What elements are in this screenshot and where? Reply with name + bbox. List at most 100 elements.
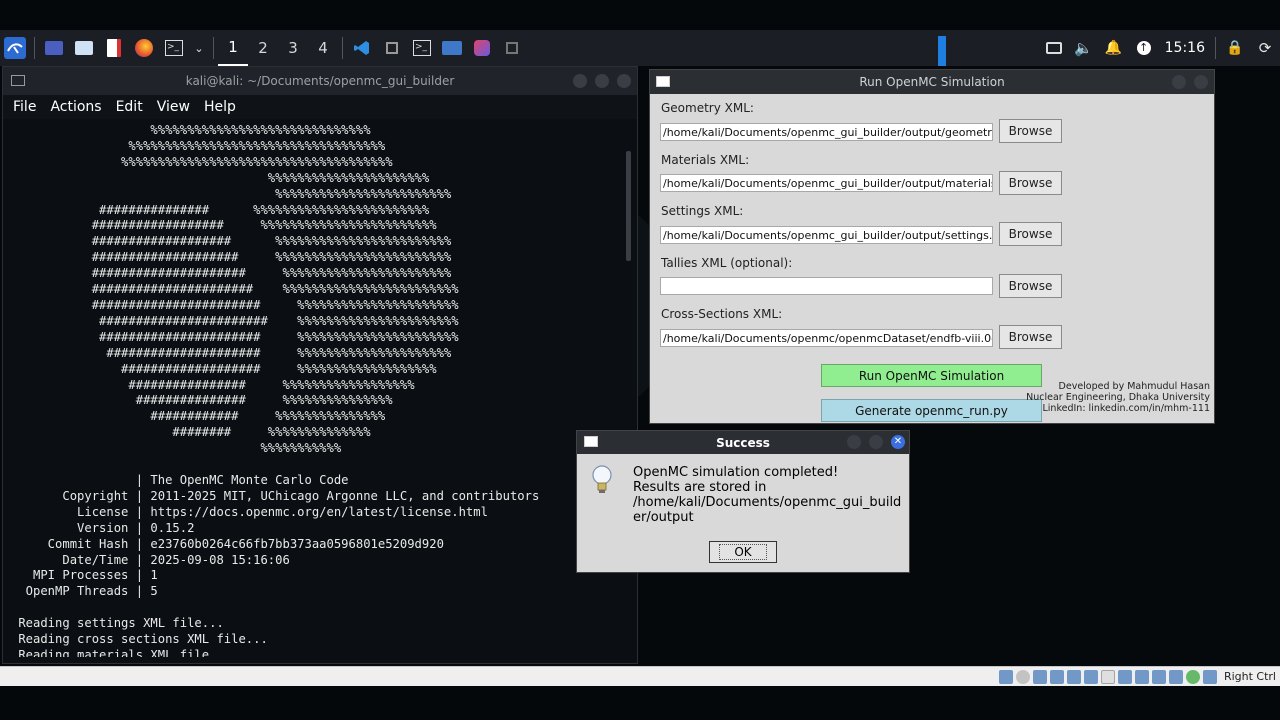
panel-separator [34,37,35,59]
ascii-line: ############### %%%%%%%%%%%%%%%%%%%%%%%% [11,202,430,217]
terminal-line: Commit Hash | e23760b0264c66fb7bb373aa05… [11,536,444,551]
geometry-browse-button[interactable]: Browse [999,119,1062,143]
workspace-4[interactable]: 4 [308,30,338,66]
video-capture-icon[interactable] [1134,669,1149,684]
terminal-title-bar[interactable]: kali@kali: ~/Documents/openmc_gui_builde… [3,67,637,95]
dialog-message: OpenMC simulation completed! Results are… [633,465,902,525]
display-icon[interactable] [1117,669,1132,684]
cpu-graph [938,36,946,66]
openmc-window[interactable]: Run OpenMC Simulation Geometry XML: /hom… [649,69,1215,424]
text-editor-icon[interactable] [103,37,125,59]
optical-drive-icon[interactable] [1015,669,1030,684]
kali-menu-icon[interactable] [4,37,26,59]
update-icon[interactable]: ↑ [1133,37,1155,59]
terminal-output[interactable]: %%%%%%%%%%%%%%%%%%%%%%%%%%%%%% %%%%%%%%%… [11,123,627,657]
ascii-line: ################### %%%%%%%%%%%%%%%%%%% [11,361,437,376]
window-icon[interactable] [501,37,523,59]
geometry-label: Geometry XML: [661,101,754,115]
ascii-line: %%%%%%%%%%%%%%%%%%%%%% [11,170,430,185]
geometry-xml-input[interactable]: /home/kali/Documents/openmc_gui_builder/… [660,123,993,141]
files-icon[interactable] [73,37,95,59]
workspace-1[interactable]: 1 [218,30,248,66]
ascii-line: ###################### %%%%%%%%%%%%%%%%%… [11,282,459,297]
tallies-browse-button[interactable]: Browse [999,274,1062,298]
app-icon[interactable] [471,37,493,59]
chevron-down-icon[interactable]: ⌄ [193,37,205,59]
dialog-title-bar[interactable]: Success ✕ [577,431,909,454]
cpu-icon[interactable] [1168,669,1183,684]
ascii-line: ##################### %%%%%%%%%%%%%%%%%%… [11,345,452,360]
close-button[interactable] [1194,75,1208,89]
panel-separator [342,37,343,59]
success-dialog[interactable]: Success ✕ OpenMC simulation completed! R… [576,430,910,573]
developer-credit: Developed by Mahmudul Hasan Nuclear Engi… [1026,381,1210,414]
shared-folder-icon[interactable] [1083,669,1098,684]
window-icon[interactable] [381,37,403,59]
settings-xml-input[interactable]: /home/kali/Documents/openmc_gui_builder/… [660,226,993,244]
network-icon[interactable] [1049,669,1064,684]
dialog-title: Success [716,435,770,450]
ascii-line: %%%%%%%%%%%%%%%%%%%%%%%% [11,186,452,201]
menu-help[interactable]: Help [204,99,236,115]
close-button[interactable]: ✕ [891,435,905,449]
settings-label: Settings XML: [661,204,744,218]
mouse-integration-icon[interactable] [1202,669,1217,684]
terminal-window[interactable]: kali@kali: ~/Documents/openmc_gui_builde… [2,66,638,664]
maximize-button[interactable] [595,74,609,88]
materials-xml-input[interactable]: /home/kali/Documents/openmc_gui_builder/… [660,174,993,192]
maximize-button[interactable] [869,435,883,449]
minimize-button[interactable] [847,435,861,449]
folder-icon[interactable] [441,37,463,59]
workspace-3[interactable]: 3 [278,30,308,66]
menu-view[interactable]: View [157,99,190,115]
terminal-line: Reading cross sections XML file... [11,632,268,647]
hdd-icon[interactable] [998,669,1013,684]
workspace-2[interactable]: 2 [248,30,278,66]
terminal-line: | The OpenMC Monte Carlo Code [11,473,349,488]
menu-file[interactable]: File [13,99,36,115]
terminal-scrollbar[interactable] [626,151,631,261]
power-icon[interactable]: ⟳ [1254,37,1276,59]
notifications-icon[interactable]: 🔔 [1103,37,1125,59]
recording-icon[interactable] [1151,669,1166,684]
ascii-line: ############### %%%%%%%%%%%%%%% [11,393,393,408]
openmc-run-info: | The OpenMC Monte Carlo Code Copyright … [11,473,627,657]
cross-sections-xml-input[interactable]: /home/kali/Documents/openmc/openmcDatase… [660,329,993,347]
usb-icon[interactable] [1066,669,1081,684]
terminal-line: Date/Time | 2025-09-08 15:16:06 [11,552,290,567]
display-icon[interactable] [1043,37,1065,59]
ascii-line: ################## %%%%%%%%%%%%%%%%%%%%%… [11,218,437,233]
vscode-icon[interactable] [351,37,373,59]
display-icon[interactable] [1100,669,1115,684]
ascii-line: ################ %%%%%%%%%%%%%%%%%% [11,377,415,392]
menu-actions[interactable]: Actions [50,99,101,115]
terminal-line: Version | 0.15.2 [11,520,195,535]
minimize-button[interactable] [1172,75,1186,89]
ascii-line: ################### %%%%%%%%%%%%%%%%%%%%… [11,234,452,249]
minimize-button[interactable] [573,74,587,88]
run-simulation-button[interactable]: Run OpenMC Simulation [821,364,1042,387]
terminal-icon[interactable]: >_ [163,37,185,59]
lock-icon[interactable]: 🔒 [1224,37,1246,59]
clock[interactable]: 15:16 [1165,40,1205,56]
settings-browse-button[interactable]: Browse [999,222,1062,246]
terminal-icon[interactable]: >_ [411,37,433,59]
terminal-line: MPI Processes | 1 [11,568,158,583]
virtualization-icon[interactable] [1185,669,1200,684]
close-button[interactable] [617,74,631,88]
volume-icon[interactable]: 🔈 [1073,37,1095,59]
materials-browse-button[interactable]: Browse [999,171,1062,195]
desktop-icon[interactable] [43,37,65,59]
audio-icon[interactable] [1032,669,1047,684]
openmc-ascii-logo: %%%%%%%%%%%%%%%%%%%%%%%%%%%%%% %%%%%%%%%… [11,123,627,457]
menu-edit[interactable]: Edit [116,99,143,115]
materials-label: Materials XML: [661,153,750,167]
generate-script-button[interactable]: Generate openmc_run.py [821,399,1042,422]
firefox-icon[interactable] [133,37,155,59]
ok-button[interactable]: OK [709,541,777,563]
tallies-xml-input[interactable] [660,277,993,295]
openmc-title-bar[interactable]: Run OpenMC Simulation [650,70,1214,94]
cross-sections-browse-button[interactable]: Browse [999,325,1062,349]
window-app-icon [656,76,670,87]
